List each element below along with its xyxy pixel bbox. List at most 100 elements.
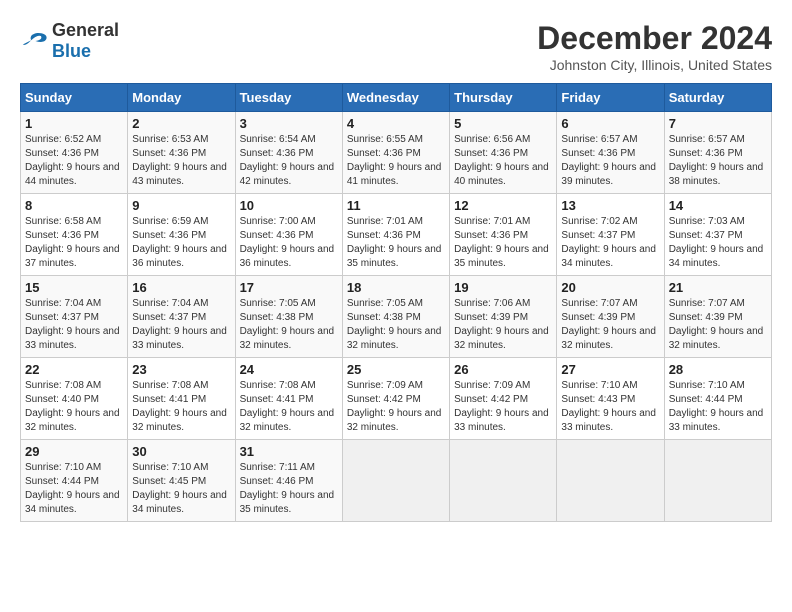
calendar-cell: 10 Sunrise: 7:00 AM Sunset: 4:36 PM Dayl… [235, 194, 342, 276]
day-info: Sunrise: 7:06 AM Sunset: 4:39 PM Dayligh… [454, 297, 552, 353]
day-info: Sunrise: 7:04 AM Sunset: 4:37 PM Dayligh… [132, 297, 230, 353]
calendar-cell: 16 Sunrise: 7:04 AM Sunset: 4:37 PM Dayl… [128, 276, 235, 358]
day-info: Sunrise: 7:07 AM Sunset: 4:39 PM Dayligh… [669, 297, 767, 353]
day-info: Sunrise: 7:10 AM Sunset: 4:43 PM Dayligh… [561, 379, 659, 435]
day-info: Sunrise: 6:52 AM Sunset: 4:36 PM Dayligh… [25, 133, 123, 189]
calendar-cell: 12 Sunrise: 7:01 AM Sunset: 4:36 PM Dayl… [450, 194, 557, 276]
day-info: Sunrise: 6:56 AM Sunset: 4:36 PM Dayligh… [454, 133, 552, 189]
calendar-cell: 2 Sunrise: 6:53 AM Sunset: 4:36 PM Dayli… [128, 112, 235, 194]
header: General Blue December 2024 Johnston City… [20, 20, 772, 73]
day-number: 23 [132, 362, 230, 377]
day-number: 31 [240, 444, 338, 459]
day-number: 7 [669, 116, 767, 131]
calendar-cell: 20 Sunrise: 7:07 AM Sunset: 4:39 PM Dayl… [557, 276, 664, 358]
calendar-cell: 30 Sunrise: 7:10 AM Sunset: 4:45 PM Dayl… [128, 440, 235, 522]
calendar-cell: 9 Sunrise: 6:59 AM Sunset: 4:36 PM Dayli… [128, 194, 235, 276]
day-info: Sunrise: 7:09 AM Sunset: 4:42 PM Dayligh… [347, 379, 445, 435]
day-header-sunday: Sunday [21, 84, 128, 112]
day-info: Sunrise: 7:10 AM Sunset: 4:44 PM Dayligh… [669, 379, 767, 435]
calendar-cell: 18 Sunrise: 7:05 AM Sunset: 4:38 PM Dayl… [342, 276, 449, 358]
day-number: 30 [132, 444, 230, 459]
day-info: Sunrise: 6:54 AM Sunset: 4:36 PM Dayligh… [240, 133, 338, 189]
calendar-cell [557, 440, 664, 522]
calendar-cell: 29 Sunrise: 7:10 AM Sunset: 4:44 PM Dayl… [21, 440, 128, 522]
day-info: Sunrise: 7:09 AM Sunset: 4:42 PM Dayligh… [454, 379, 552, 435]
day-number: 15 [25, 280, 123, 295]
calendar-cell: 21 Sunrise: 7:07 AM Sunset: 4:39 PM Dayl… [664, 276, 771, 358]
calendar-cell: 19 Sunrise: 7:06 AM Sunset: 4:39 PM Dayl… [450, 276, 557, 358]
day-number: 4 [347, 116, 445, 131]
calendar-cell: 24 Sunrise: 7:08 AM Sunset: 4:41 PM Dayl… [235, 358, 342, 440]
week-row-5: 29 Sunrise: 7:10 AM Sunset: 4:44 PM Dayl… [21, 440, 772, 522]
day-number: 2 [132, 116, 230, 131]
main-title: December 2024 [537, 20, 772, 57]
day-number: 18 [347, 280, 445, 295]
day-number: 1 [25, 116, 123, 131]
week-row-1: 1 Sunrise: 6:52 AM Sunset: 4:36 PM Dayli… [21, 112, 772, 194]
calendar-cell: 28 Sunrise: 7:10 AM Sunset: 4:44 PM Dayl… [664, 358, 771, 440]
calendar-cell: 5 Sunrise: 6:56 AM Sunset: 4:36 PM Dayli… [450, 112, 557, 194]
day-number: 5 [454, 116, 552, 131]
day-info: Sunrise: 7:07 AM Sunset: 4:39 PM Dayligh… [561, 297, 659, 353]
calendar-cell: 4 Sunrise: 6:55 AM Sunset: 4:36 PM Dayli… [342, 112, 449, 194]
day-number: 14 [669, 198, 767, 213]
day-info: Sunrise: 6:53 AM Sunset: 4:36 PM Dayligh… [132, 133, 230, 189]
day-number: 26 [454, 362, 552, 377]
day-number: 29 [25, 444, 123, 459]
header-row: SundayMondayTuesdayWednesdayThursdayFrid… [21, 84, 772, 112]
day-info: Sunrise: 6:57 AM Sunset: 4:36 PM Dayligh… [561, 133, 659, 189]
calendar-cell: 17 Sunrise: 7:05 AM Sunset: 4:38 PM Dayl… [235, 276, 342, 358]
day-number: 27 [561, 362, 659, 377]
week-row-2: 8 Sunrise: 6:58 AM Sunset: 4:36 PM Dayli… [21, 194, 772, 276]
day-number: 8 [25, 198, 123, 213]
day-header-wednesday: Wednesday [342, 84, 449, 112]
day-number: 28 [669, 362, 767, 377]
day-info: Sunrise: 7:08 AM Sunset: 4:41 PM Dayligh… [132, 379, 230, 435]
calendar-cell: 3 Sunrise: 6:54 AM Sunset: 4:36 PM Dayli… [235, 112, 342, 194]
day-header-monday: Monday [128, 84, 235, 112]
day-header-thursday: Thursday [450, 84, 557, 112]
logo-general: General [52, 20, 119, 40]
day-number: 17 [240, 280, 338, 295]
calendar-cell: 8 Sunrise: 6:58 AM Sunset: 4:36 PM Dayli… [21, 194, 128, 276]
day-number: 3 [240, 116, 338, 131]
day-number: 19 [454, 280, 552, 295]
day-info: Sunrise: 7:00 AM Sunset: 4:36 PM Dayligh… [240, 215, 338, 271]
day-info: Sunrise: 7:01 AM Sunset: 4:36 PM Dayligh… [454, 215, 552, 271]
calendar-cell [342, 440, 449, 522]
day-info: Sunrise: 7:08 AM Sunset: 4:41 PM Dayligh… [240, 379, 338, 435]
day-info: Sunrise: 7:10 AM Sunset: 4:44 PM Dayligh… [25, 461, 123, 517]
day-info: Sunrise: 7:01 AM Sunset: 4:36 PM Dayligh… [347, 215, 445, 271]
day-info: Sunrise: 7:02 AM Sunset: 4:37 PM Dayligh… [561, 215, 659, 271]
calendar-cell: 7 Sunrise: 6:57 AM Sunset: 4:36 PM Dayli… [664, 112, 771, 194]
day-info: Sunrise: 6:59 AM Sunset: 4:36 PM Dayligh… [132, 215, 230, 271]
calendar-cell: 14 Sunrise: 7:03 AM Sunset: 4:37 PM Dayl… [664, 194, 771, 276]
logo-bird-icon [20, 30, 48, 52]
day-number: 6 [561, 116, 659, 131]
day-info: Sunrise: 7:11 AM Sunset: 4:46 PM Dayligh… [240, 461, 338, 517]
day-number: 24 [240, 362, 338, 377]
day-info: Sunrise: 7:03 AM Sunset: 4:37 PM Dayligh… [669, 215, 767, 271]
day-info: Sunrise: 7:08 AM Sunset: 4:40 PM Dayligh… [25, 379, 123, 435]
day-info: Sunrise: 7:04 AM Sunset: 4:37 PM Dayligh… [25, 297, 123, 353]
day-info: Sunrise: 6:55 AM Sunset: 4:36 PM Dayligh… [347, 133, 445, 189]
day-info: Sunrise: 6:58 AM Sunset: 4:36 PM Dayligh… [25, 215, 123, 271]
day-number: 11 [347, 198, 445, 213]
calendar-cell: 11 Sunrise: 7:01 AM Sunset: 4:36 PM Dayl… [342, 194, 449, 276]
title-section: December 2024 Johnston City, Illinois, U… [537, 20, 772, 73]
calendar-cell [664, 440, 771, 522]
day-header-friday: Friday [557, 84, 664, 112]
calendar-cell: 6 Sunrise: 6:57 AM Sunset: 4:36 PM Dayli… [557, 112, 664, 194]
day-number: 9 [132, 198, 230, 213]
day-header-saturday: Saturday [664, 84, 771, 112]
day-number: 13 [561, 198, 659, 213]
day-info: Sunrise: 7:05 AM Sunset: 4:38 PM Dayligh… [347, 297, 445, 353]
day-number: 10 [240, 198, 338, 213]
day-number: 20 [561, 280, 659, 295]
day-info: Sunrise: 7:10 AM Sunset: 4:45 PM Dayligh… [132, 461, 230, 517]
day-number: 22 [25, 362, 123, 377]
calendar-table: SundayMondayTuesdayWednesdayThursdayFrid… [20, 83, 772, 522]
day-number: 25 [347, 362, 445, 377]
calendar-cell: 27 Sunrise: 7:10 AM Sunset: 4:43 PM Dayl… [557, 358, 664, 440]
calendar-cell: 13 Sunrise: 7:02 AM Sunset: 4:37 PM Dayl… [557, 194, 664, 276]
